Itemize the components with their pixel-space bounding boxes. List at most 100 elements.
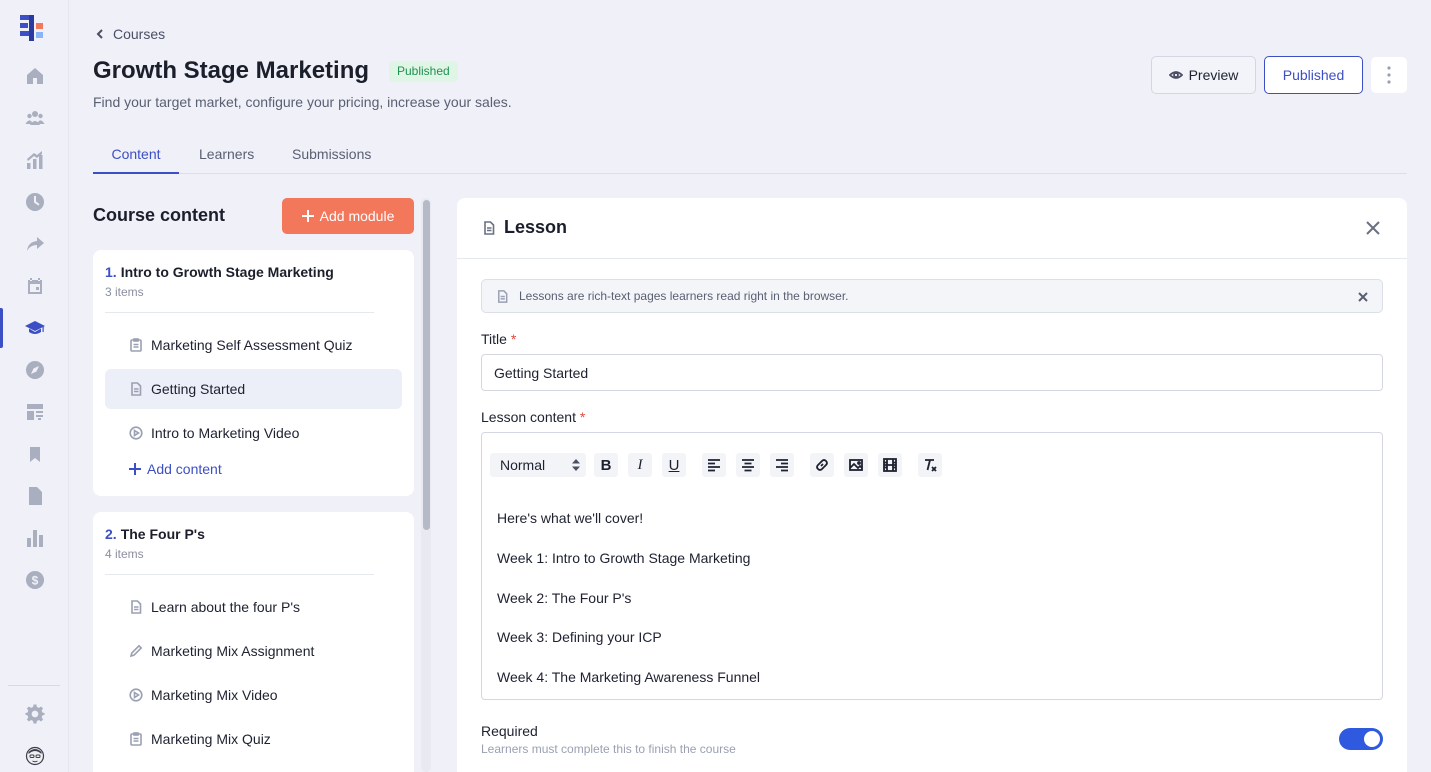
align-right-button[interactable]	[770, 453, 794, 477]
video-icon	[129, 426, 143, 440]
required-toggle[interactable]	[1339, 728, 1383, 750]
bold-button[interactable]: B	[594, 453, 618, 477]
module-title-text: Intro to Growth Stage Marketing	[120, 264, 334, 280]
nav-documents[interactable]	[0, 479, 69, 513]
scrollbar-thumb[interactable]	[423, 200, 430, 530]
rich-text-editor[interactable]: Normal B I U Here's what we'll cover! We…	[481, 432, 1383, 700]
dismiss-info-button[interactable]	[1358, 291, 1368, 302]
nav-explore[interactable]	[0, 353, 69, 387]
module-divider	[105, 312, 374, 313]
content-item[interactable]: Learn about the four P's	[105, 587, 402, 627]
lesson-title-text: Lesson	[504, 217, 568, 237]
avatar[interactable]	[0, 739, 69, 772]
text-format-select[interactable]: Normal	[490, 453, 586, 477]
page-subtitle: Find your target market, configure your …	[93, 94, 512, 110]
content-item-label: Marketing Self Assessment Quiz	[151, 337, 353, 353]
editor-paragraph: Week 2: The Four P's	[497, 590, 632, 606]
content-item-selected[interactable]: Getting Started	[105, 369, 402, 409]
plus-icon	[129, 463, 141, 475]
content-item[interactable]: Marketing Mix Video	[105, 675, 402, 715]
course-tabs: Content Learners Submissions	[93, 137, 1407, 174]
title-input[interactable]	[481, 354, 1383, 391]
underline-button[interactable]: U	[662, 453, 686, 477]
module-item-count: 4 items	[105, 547, 144, 561]
published-button[interactable]: Published	[1264, 56, 1363, 94]
content-item[interactable]: Marketing Mix Quiz	[105, 719, 402, 759]
clock-icon	[25, 193, 44, 211]
nav-history[interactable]	[0, 185, 69, 219]
back-label: Courses	[113, 26, 166, 42]
nav-settings[interactable]	[0, 697, 69, 731]
lesson-icon	[131, 382, 142, 396]
preview-label: Preview	[1188, 67, 1239, 83]
nav-home[interactable]	[0, 59, 69, 93]
module-card: 2. The Four P's 4 items Learn about the f…	[93, 512, 414, 772]
eye-icon	[1168, 71, 1183, 79]
module-title[interactable]: 1. Intro to Growth Stage Marketing	[105, 264, 334, 280]
gear-icon	[24, 704, 44, 724]
align-center-icon	[742, 459, 754, 472]
nav-growth[interactable]	[0, 143, 69, 177]
content-item-label: Marketing Mix Quiz	[151, 731, 271, 747]
content-item[interactable]: Intro to Marketing Video	[105, 413, 402, 453]
nav-billing[interactable]: $	[0, 563, 69, 597]
back-to-courses-link[interactable]: Courses	[93, 24, 165, 44]
module-title-text: The Four P's	[120, 526, 205, 542]
chart-up-icon	[26, 151, 42, 169]
image-button[interactable]	[844, 453, 868, 477]
app-logo[interactable]	[20, 15, 46, 41]
desk-icon	[26, 404, 43, 420]
lesson-icon	[131, 600, 142, 614]
tab-submissions[interactable]: Submissions	[292, 137, 371, 174]
nav-people[interactable]	[0, 101, 69, 135]
close-lesson-button[interactable]	[1365, 220, 1381, 236]
nav-share[interactable]	[0, 227, 69, 261]
link-icon	[816, 459, 828, 471]
add-content-label: Add content	[147, 461, 222, 477]
title-field-label: Title *	[481, 331, 516, 347]
tab-learners[interactable]: Learners	[199, 137, 254, 174]
module-title[interactable]: 2. The Four P's	[105, 526, 205, 542]
nav-reports[interactable]	[0, 521, 69, 555]
preview-button[interactable]: Preview	[1151, 56, 1256, 94]
more-options-button[interactable]	[1371, 57, 1407, 93]
nav-courses[interactable]	[0, 308, 69, 348]
plus-icon	[301, 210, 314, 222]
close-icon	[1366, 221, 1380, 235]
dollar-icon: $	[25, 571, 44, 589]
video-embed-button[interactable]	[878, 453, 902, 477]
calendar-icon	[27, 278, 42, 294]
link-button[interactable]	[810, 453, 834, 477]
required-description: Learners must complete this to finish th…	[481, 742, 736, 756]
nav-calendar[interactable]	[0, 269, 69, 303]
add-content-button[interactable]: Add content	[129, 461, 222, 477]
sidebar: $	[0, 0, 69, 772]
align-left-button[interactable]	[702, 453, 726, 477]
lesson-header: Lesson	[457, 198, 1407, 259]
add-module-button[interactable]: Add module	[282, 198, 414, 234]
nav-workspace[interactable]	[0, 395, 69, 429]
content-item[interactable]: Marketing Mix Assignment	[105, 631, 402, 671]
content-item-label: Marketing Mix Assignment	[151, 643, 315, 659]
module-item-count: 3 items	[105, 285, 144, 299]
quiz-icon	[130, 338, 142, 352]
tab-content[interactable]: Content	[93, 137, 179, 174]
content-label-text: Lesson content	[481, 409, 576, 425]
chevron-left-icon	[96, 29, 103, 39]
required-asterisk: *	[579, 409, 586, 425]
align-center-button[interactable]	[736, 453, 760, 477]
pencil-icon	[129, 644, 143, 658]
graduation-cap-icon	[24, 321, 45, 334]
nav-bookmarks[interactable]	[0, 437, 69, 471]
status-badge: Published	[389, 61, 458, 82]
editor-paragraph: Week 1: Intro to Growth Stage Marketing	[497, 550, 751, 566]
required-label: Required	[481, 723, 538, 739]
share-icon	[26, 237, 44, 251]
italic-button[interactable]: I	[628, 453, 652, 477]
info-banner: Lessons are rich-text pages learners rea…	[481, 279, 1383, 313]
title-label-text: Title	[481, 331, 507, 347]
content-item-label: Learn about the four P's	[151, 599, 300, 615]
module-number: 1.	[105, 264, 117, 280]
content-item[interactable]: Marketing Self Assessment Quiz	[105, 325, 402, 365]
clear-format-button[interactable]	[918, 453, 942, 477]
